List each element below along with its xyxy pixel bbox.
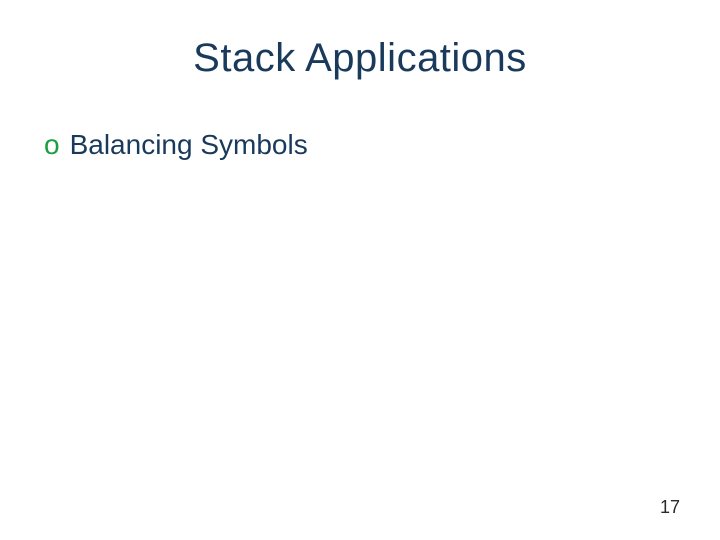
page-number: 17 (660, 497, 680, 518)
slide: Stack Applications o Balancing Symbols 1… (0, 0, 720, 540)
list-item: o Balancing Symbols (44, 129, 680, 161)
bullet-marker: o (44, 131, 60, 159)
bullet-list: o Balancing Symbols (40, 129, 680, 161)
slide-title: Stack Applications (40, 36, 680, 81)
bullet-text: Balancing Symbols (70, 129, 308, 161)
